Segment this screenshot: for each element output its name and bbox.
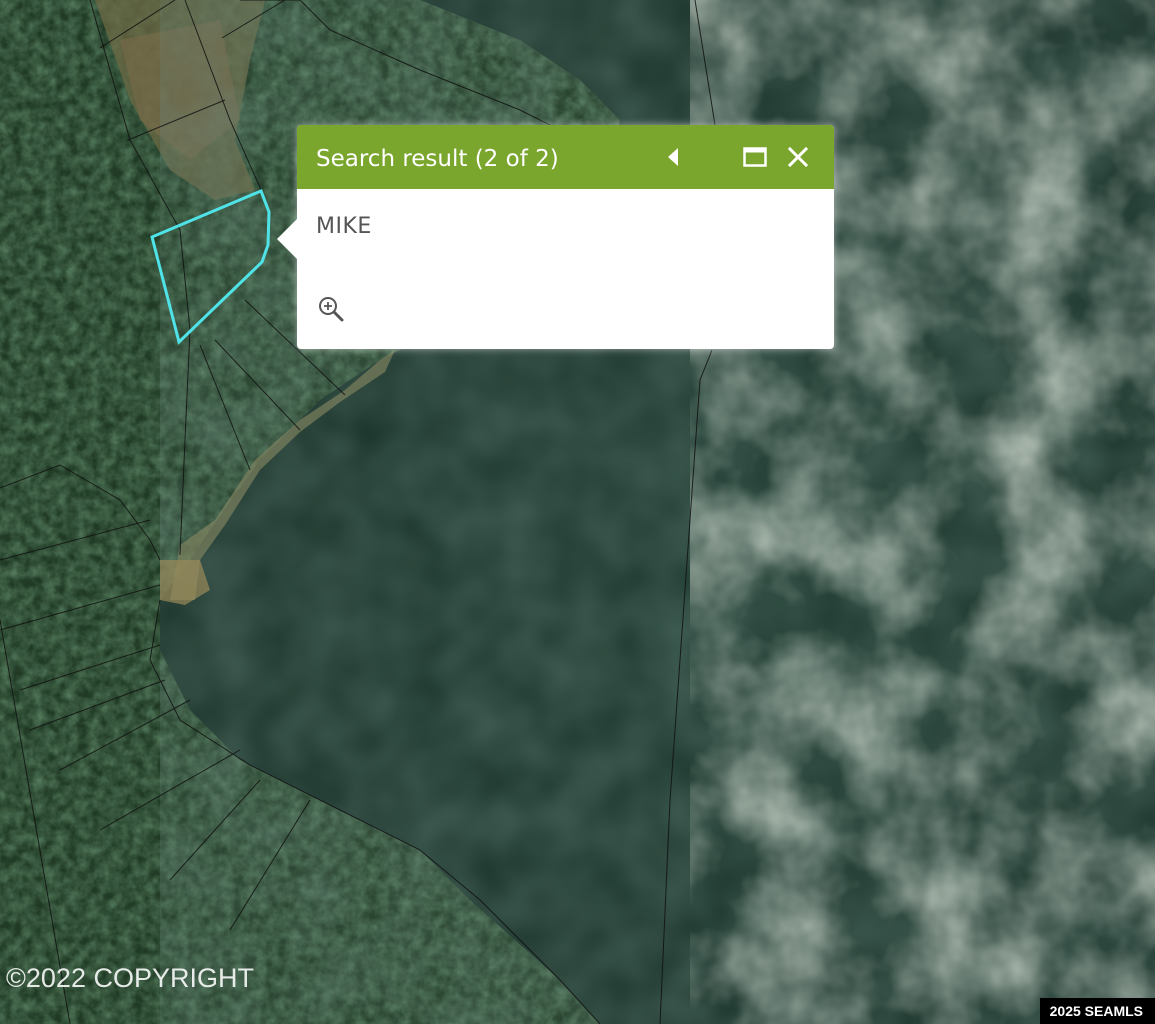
popup-title: Search result (2 of 2) [316, 146, 559, 172]
zoom-in-icon [319, 297, 344, 322]
zoom-to-button[interactable] [317, 295, 345, 323]
previous-result-button[interactable] [659, 143, 687, 171]
maximize-button[interactable] [741, 143, 769, 171]
map-view[interactable]: Search result (2 of 2) MIKE ©2022 COPYRI… [0, 0, 1155, 1024]
popup-pointer [277, 219, 297, 259]
map-attribution: 2025 SEAMLS [1039, 998, 1155, 1024]
copyright-watermark: ©2022 COPYRIGHT [6, 963, 254, 993]
close-button[interactable] [784, 143, 812, 171]
popup-header: Search result (2 of 2) [297, 125, 834, 189]
search-result-popup: Search result (2 of 2) MIKE [277, 125, 834, 349]
close-icon [787, 146, 809, 168]
maximize-icon [743, 147, 767, 167]
popup-content: MIKE [316, 214, 372, 239]
triangle-left-icon [668, 148, 678, 166]
